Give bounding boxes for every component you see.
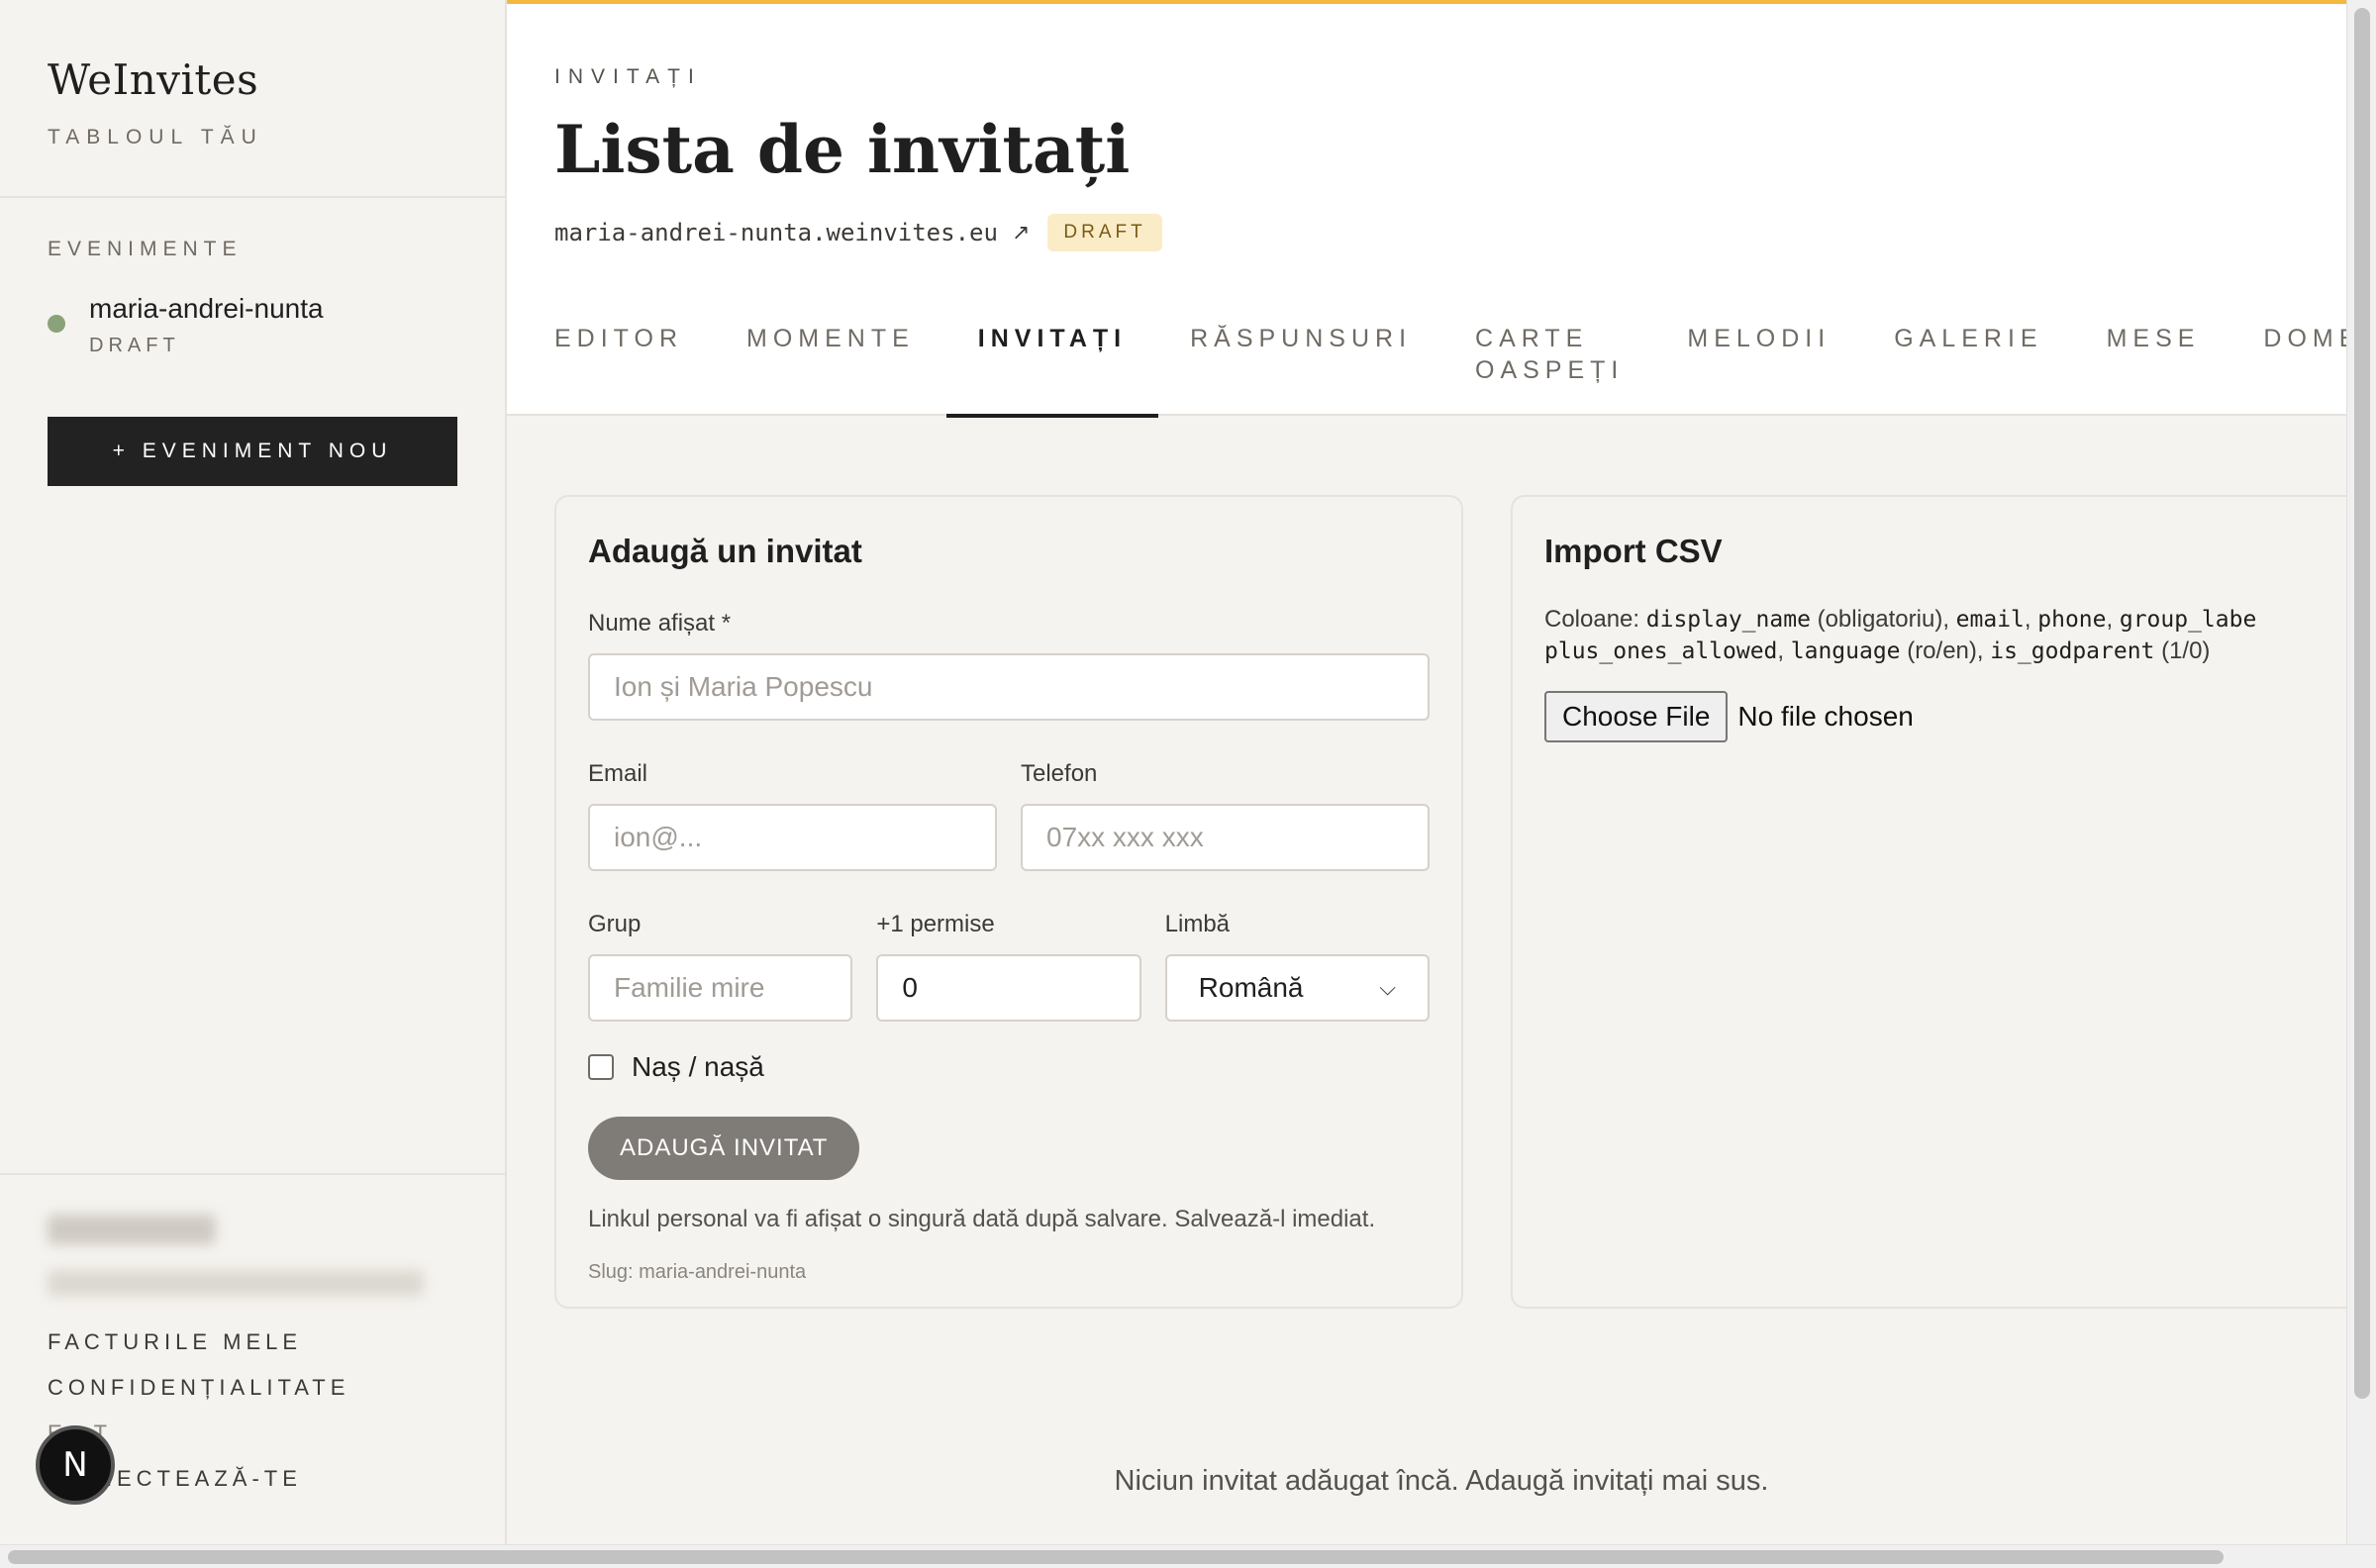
vertical-scrollbar-thumb[interactable] — [2354, 8, 2370, 1399]
brand-logo-text[interactable]: WeInvites — [48, 55, 457, 104]
tab-tables[interactable]: MESE — [2075, 287, 2232, 416]
display-name-label: Nume afișat * — [588, 610, 732, 637]
csv-columns-prefix: Coloane: — [1544, 606, 1646, 633]
event-text: maria-andrei-nunta DRAFT — [89, 293, 324, 357]
account-email-blurred — [48, 1270, 424, 1296]
language-select[interactable]: Română ⌵ — [1164, 954, 1430, 1022]
tab-guestbook[interactable]: CARTE OASPEȚI — [1443, 287, 1655, 416]
tab-gallery[interactable]: GALERIE — [1862, 287, 2074, 416]
group-col: Grup — [588, 871, 853, 1022]
event-url-row: maria-andrei-nunta.weinvites.eu ↗ DRAFT — [554, 214, 1162, 251]
csv-import-card: Import CSV Coloane: display_name (obliga… — [1511, 495, 2376, 1309]
horizontal-scrollbar[interactable] — [0, 1544, 2376, 1568]
plus-ones-input[interactable] — [876, 954, 1141, 1022]
vertical-scrollbar[interactable] — [2346, 0, 2376, 1544]
horizontal-scrollbar-thumb[interactable] — [8, 1550, 2224, 1564]
plus-ones-label: +1 permise — [876, 911, 995, 937]
contact-row: Email Telefon — [588, 721, 1430, 871]
event-name: maria-andrei-nunta — [89, 293, 324, 324]
privacy-link[interactable]: CONFIDENȚIALITATE — [48, 1375, 457, 1401]
page-title: Lista de invitați — [554, 111, 1131, 188]
godparent-checkbox-row[interactable]: Naș / nașă — [588, 1051, 1430, 1083]
sidebar: WeInvites TABLOUL TĂU EVENIMENTE maria-a… — [0, 0, 507, 1544]
tab-rsvps[interactable]: RĂSPUNSURI — [1158, 287, 1443, 416]
top-accent-bar — [507, 0, 2376, 4]
csv-sep-1: , — [2024, 606, 2038, 633]
brand-block: WeInvites TABLOUL TĂU — [0, 0, 505, 198]
dev-tools-badge[interactable]: N — [36, 1425, 115, 1505]
add-guest-card: Adaugă un invitat Nume afișat * Email Te… — [554, 495, 1463, 1309]
main-content: INVITAȚI Lista de invitați maria-andrei-… — [507, 0, 2376, 1544]
csv-columns-description: Coloane: display_name (obligatoriu), ema… — [1544, 604, 2368, 667]
csv-sep-3: , — [1777, 637, 1791, 664]
language-selected-value: Română — [1198, 972, 1304, 1003]
csv-sep-2: , — [2106, 606, 2120, 633]
phone-label: Telefon — [1021, 760, 1098, 787]
sidebar-event-item[interactable]: maria-andrei-nunta DRAFT — [48, 293, 457, 357]
tab-moments[interactable]: MOMENTE — [715, 287, 946, 416]
language-label: Limbă — [1164, 911, 1231, 937]
event-status-dot — [48, 315, 65, 333]
csv-col-phone: phone — [2037, 607, 2107, 633]
page-header: INVITAȚI Lista de invitați maria-andrei-… — [507, 0, 2376, 418]
tab-guests[interactable]: INVITAȚI — [945, 287, 1159, 418]
event-status: DRAFT — [89, 335, 180, 356]
csv-col-godparent: is_godparent — [1990, 638, 2155, 664]
godparent-checkbox[interactable] — [588, 1054, 614, 1080]
chevron-down-icon: ⌵ — [1379, 975, 1396, 1000]
csv-col-email: email — [1955, 607, 2025, 633]
tab-songs[interactable]: MELODII — [1655, 287, 1862, 416]
csv-file-picker: Choose File No file chosen — [1544, 691, 2368, 742]
event-tabs: EDITOR MOMENTE INVITAȚI RĂSPUNSURI CARTE… — [507, 287, 2376, 418]
email-input[interactable] — [588, 804, 997, 871]
add-guest-button[interactable]: ADAUGĂ INVITAT — [588, 1117, 860, 1180]
brand-subtitle: TABLOUL TĂU — [48, 126, 263, 148]
app-window: WeInvites TABLOUL TĂU EVENIMENTE maria-a… — [0, 0, 2376, 1568]
external-link-icon[interactable]: ↗ — [1012, 220, 1030, 245]
group-input[interactable] — [588, 954, 853, 1022]
godparent-label: Naș / nașă — [632, 1051, 764, 1082]
tab-editor[interactable]: EDITOR — [523, 287, 715, 416]
csv-import-title: Import CSV — [1544, 533, 1723, 569]
export-link[interactable]: E…T — [48, 1421, 457, 1446]
empty-guests-message: Niciun invitat adăugat încă. Adaugă invi… — [1114, 1465, 1769, 1497]
csv-required-note: (obligatoriu), — [1810, 606, 1956, 633]
csv-col-display-name: display_name — [1645, 607, 1811, 633]
plus-ones-col: +1 permise — [876, 871, 1141, 1022]
slug-text: Slug: maria-andrei-nunta — [588, 1261, 807, 1283]
csv-col-group: group_labe — [2119, 607, 2257, 633]
page-eyebrow: INVITAȚI — [554, 65, 702, 88]
language-col: Limbă Română ⌵ — [1164, 871, 1430, 1022]
email-col: Email — [588, 721, 997, 871]
phone-col: Telefon — [1021, 721, 1430, 871]
csv-language-note: (ro/en), — [1900, 637, 1991, 664]
add-guest-title: Adaugă un invitat — [588, 533, 862, 569]
file-status: No file chosen — [1737, 701, 1914, 732]
csv-godparent-note: (1/0) — [2154, 637, 2211, 664]
display-name-input[interactable] — [588, 653, 1430, 721]
event-url-link[interactable]: maria-andrei-nunta.weinvites.eu — [554, 219, 998, 246]
details-row: Grup +1 permise Limbă Română ⌵ — [588, 871, 1430, 1022]
status-badge: DRAFT — [1047, 214, 1162, 251]
csv-col-plus-ones: plus_ones_allowed — [1544, 638, 1778, 664]
new-event-button[interactable]: + EVENIMENT NOU — [48, 417, 457, 486]
email-label: Email — [588, 760, 648, 787]
csv-col-language: language — [1790, 638, 1901, 664]
group-label: Grup — [588, 911, 642, 937]
events-section-label: EVENIMENTE — [48, 238, 243, 260]
invoices-link[interactable]: FACTURILE MELE — [48, 1329, 457, 1355]
personal-link-help: Linkul personal va fi afișat o singură d… — [588, 1206, 1376, 1232]
choose-file-button[interactable]: Choose File — [1544, 691, 1729, 742]
phone-input[interactable] — [1021, 804, 1430, 871]
account-name-blurred — [48, 1215, 216, 1244]
